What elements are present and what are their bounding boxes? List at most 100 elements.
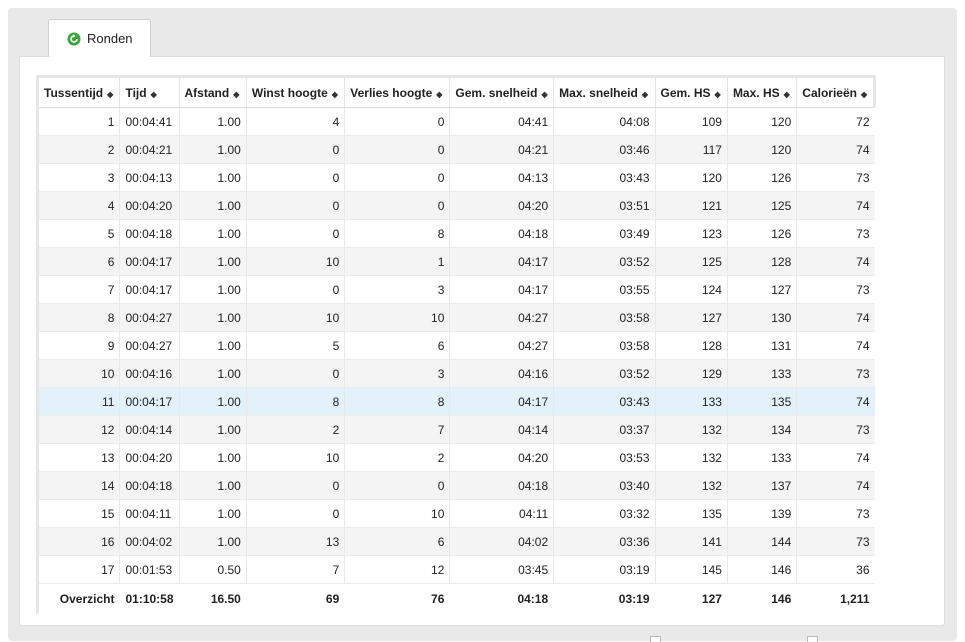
table-cell: 137 [726, 471, 797, 500]
table-cell: 36 [796, 555, 875, 584]
table-row[interactable]: 14 00:04:18 1.00 0 0 04:18 03:40 132 137 74 [35, 471, 875, 500]
column-header[interactable]: Gem. HS ◆ [654, 75, 728, 108]
table-cell: 120 [726, 135, 797, 164]
table-cell: 1.00 [178, 415, 247, 444]
table-cell: 7 [245, 555, 345, 584]
table-cell: 120 [654, 163, 728, 192]
column-header-label: Afstand [184, 85, 230, 100]
table-cell: 12 [344, 555, 450, 584]
table-cell: 04:18 [449, 219, 554, 248]
table-row[interactable]: 7 00:04:17 1.00 0 3 04:17 03:55 124 127 73 [35, 275, 875, 304]
table-row[interactable]: 1 00:04:41 1.00 4 0 04:41 04:08 109 120 72 [35, 107, 875, 136]
sort-icon[interactable]: ◆ [436, 90, 442, 99]
table-row[interactable]: 4 00:04:20 1.00 0 0 04:20 03:51 121 125 74 [35, 191, 875, 220]
column-header[interactable]: Calorieën ◆ [796, 75, 876, 108]
table-cell: 1.00 [178, 275, 247, 304]
table-row[interactable]: 8 00:04:27 1.00 10 10 04:27 03:58 127 130 74 [35, 303, 875, 332]
table-cell: 03:55 [553, 275, 655, 304]
table-cell: 125 [654, 247, 728, 276]
table-cell: 04:13 [449, 163, 554, 192]
table-cell: 03:58 [553, 331, 655, 360]
table-cell: 2 [245, 415, 345, 444]
table-cell: 125 [726, 191, 797, 220]
table-cell: 124 [654, 275, 728, 304]
table-cell: 131 [726, 331, 797, 360]
table-cell: 03:43 [553, 387, 655, 416]
table-cell: 128 [726, 247, 797, 276]
table-row[interactable]: 9 00:04:27 1.00 5 6 04:27 03:58 128 131 74 [35, 331, 875, 360]
table-cell: 1.00 [178, 107, 247, 136]
table-row[interactable]: 17 00:01:53 0.50 7 12 03:45 03:19 145 146 36 [35, 555, 875, 584]
table-cell: 132 [654, 415, 728, 444]
column-header[interactable]: Max. snelheid ◆ [553, 75, 655, 108]
summary-cell: 76 [344, 583, 450, 614]
sort-icon[interactable]: ◆ [861, 90, 867, 99]
table-cell: 129 [654, 359, 728, 388]
table-cell: 03:40 [553, 471, 655, 500]
table-cell: 133 [654, 387, 728, 416]
table-cell: 128 [654, 331, 728, 360]
column-header[interactable]: Verlies hoogte ◆ [344, 75, 450, 108]
sort-icon[interactable]: ◆ [151, 90, 157, 99]
table-cell: 6 [35, 247, 120, 276]
sort-icon[interactable]: ◆ [107, 90, 113, 99]
table-cell: 11 [35, 387, 120, 416]
table-cell: 74 [796, 331, 875, 360]
table-row[interactable]: 13 00:04:20 1.00 10 2 04:20 03:53 132 133 74 [35, 443, 875, 472]
column-header[interactable]: Winst hoogte ◆ [245, 75, 345, 108]
table-cell: 00:04:14 [119, 415, 180, 444]
page-control[interactable] [807, 636, 818, 642]
table-row[interactable]: 2 00:04:21 1.00 0 0 04:21 03:46 117 120 74 [35, 135, 875, 164]
table-cell: 74 [796, 471, 875, 500]
column-header[interactable]: Tijd ◆ [119, 75, 180, 108]
table-row[interactable]: 11 00:04:17 1.00 8 8 04:17 03:43 133 135 74 [35, 387, 875, 416]
summary-cell: 69 [245, 583, 345, 614]
table-cell: 04:17 [449, 247, 554, 276]
sort-icon[interactable]: ◆ [332, 90, 338, 99]
table-cell: 04:27 [449, 331, 554, 360]
table-row[interactable]: 6 00:04:17 1.00 10 1 04:17 03:52 125 128 74 [35, 247, 875, 276]
table-cell: 132 [654, 443, 728, 472]
table-row[interactable]: 10 00:04:16 1.00 0 3 04:16 03:52 129 133 73 [35, 359, 875, 388]
table-cell: 127 [654, 303, 728, 332]
tab-ronden[interactable]: Ronden [48, 19, 151, 57]
summary-row: Overzicht 01:10:58 16.50 69 76 04:18 03:19 127 1… [35, 583, 875, 614]
table-cell: 00:04:20 [119, 443, 180, 472]
table-cell: 133 [726, 359, 797, 388]
table-cell: 0.50 [178, 555, 247, 584]
sort-icon[interactable]: ◆ [715, 90, 721, 99]
table-cell: 132 [654, 471, 728, 500]
sort-icon[interactable]: ◆ [233, 90, 239, 99]
table-cell: 0 [344, 191, 450, 220]
table-cell: 04:21 [449, 135, 554, 164]
table-row[interactable]: 12 00:04:14 1.00 2 7 04:14 03:37 132 134 73 [35, 415, 875, 444]
table-row[interactable]: 16 00:04:02 1.00 13 6 04:02 03:36 141 144 73 [35, 527, 875, 556]
sort-icon[interactable]: ◆ [541, 90, 547, 99]
sort-icon[interactable]: ◆ [642, 90, 648, 99]
table-cell: 03:53 [553, 443, 655, 472]
table-row[interactable]: 5 00:04:18 1.00 0 8 04:18 03:49 123 126 73 [35, 219, 875, 248]
summary-cell: 16.50 [178, 583, 247, 614]
table-cell: 4 [245, 107, 345, 136]
column-header[interactable]: Tussentijd ◆ [35, 75, 120, 108]
table-cell: 00:04:02 [119, 527, 180, 556]
column-header[interactable]: Max. HS ◆ [726, 75, 797, 108]
column-header-label: Max. HS [732, 85, 780, 100]
table-row[interactable]: 3 00:04:13 1.00 0 0 04:13 03:43 120 126 73 [35, 163, 875, 192]
table-row[interactable]: 15 00:04:11 1.00 0 10 04:11 03:32 135 139 73 [35, 499, 875, 528]
column-header-label: Tussentijd [44, 85, 104, 100]
table-cell: 120 [726, 107, 797, 136]
column-header[interactable]: Afstand ◆ [178, 75, 247, 108]
column-header-label: Gem. snelheid [455, 85, 538, 100]
table-cell: 00:04:21 [119, 135, 180, 164]
table-cell: 1.00 [178, 387, 247, 416]
sort-icon[interactable]: ◆ [784, 90, 790, 99]
table-cell: 4 [35, 191, 120, 220]
column-header[interactable]: Gem. snelheid ◆ [449, 75, 554, 108]
table-cell: 2 [344, 443, 450, 472]
table-cell: 135 [654, 499, 728, 528]
table-cell: 145 [654, 555, 728, 584]
table-cell: 8 [245, 387, 345, 416]
table-cell: 123 [654, 219, 728, 248]
page-control[interactable] [650, 636, 661, 642]
